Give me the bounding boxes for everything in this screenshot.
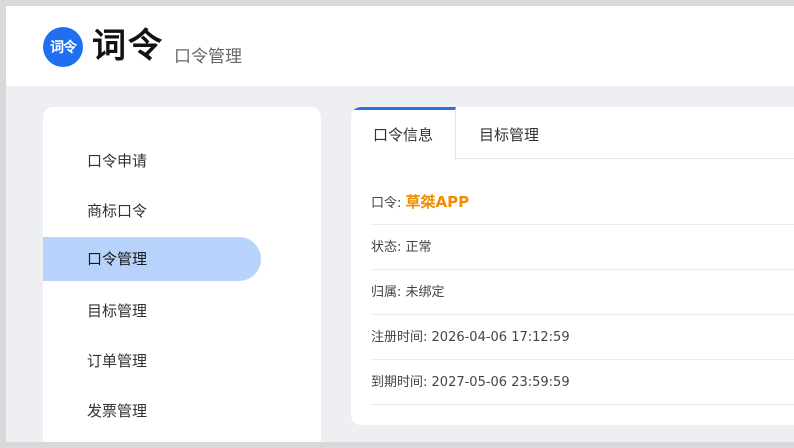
- sidebar-item-invoice-manage[interactable]: 发票管理: [43, 389, 261, 433]
- tab-target-manage[interactable]: 目标管理: [456, 107, 562, 159]
- sidebar-item-label: 口令申请: [87, 152, 148, 170]
- register-time-value: 2026-04-06 17:12:59: [431, 330, 570, 345]
- sidebar-item-label: 口令管理: [87, 250, 148, 268]
- sidebar-item-command-apply[interactable]: 口令申请: [43, 139, 261, 183]
- sidebar-item-trademark-command[interactable]: 商标口令: [43, 189, 261, 233]
- command-value: 草桀APP: [405, 193, 470, 211]
- content-panel: 口令信息 目标管理 口令: 草桀APP 状态: 正常 归属: 未绑定 注册时间:…: [351, 107, 794, 425]
- status-label: 状态:: [371, 240, 402, 255]
- sidebar-item-order-manage[interactable]: 订单管理: [43, 339, 261, 383]
- app-window: 词令 词令 口令管理 口令申请 商标口令 口令管理 目标管理 订单管理 发票管理…: [6, 6, 794, 442]
- expire-time-value: 2027-05-06 23:59:59: [431, 375, 570, 390]
- page-subtitle: 口令管理: [174, 47, 242, 67]
- tab-command-info[interactable]: 口令信息: [351, 107, 456, 160]
- tab-label: 目标管理: [478, 126, 539, 144]
- info-row-expire-time: 到期时间: 2027-05-06 23:59:59: [371, 360, 794, 405]
- tab-bar: 口令信息 目标管理: [351, 107, 794, 160]
- logo-icon: 词令: [43, 27, 83, 67]
- info-row-register-time: 注册时间: 2026-04-06 17:12:59: [371, 315, 794, 360]
- owner-label: 归属:: [371, 285, 402, 300]
- tab-label: 口令信息: [372, 126, 433, 144]
- sidebar-item-target-manage[interactable]: 目标管理: [43, 289, 261, 333]
- sidebar-item-command-manage[interactable]: 口令管理: [43, 237, 261, 281]
- logo-text: 词令: [50, 40, 77, 56]
- header: 词令 词令 口令管理: [6, 6, 794, 86]
- sidebar-item-label: 订单管理: [87, 352, 148, 370]
- info-row-status: 状态: 正常: [371, 225, 794, 270]
- owner-value: 未绑定: [405, 285, 445, 300]
- status-value: 正常: [405, 240, 432, 255]
- sidebar-item-label: 目标管理: [87, 302, 148, 320]
- brand-name: 词令: [92, 26, 164, 66]
- expire-time-label: 到期时间:: [371, 375, 428, 390]
- info-row-owner: 归属: 未绑定: [371, 270, 794, 315]
- register-time-label: 注册时间:: [371, 330, 428, 345]
- command-label: 口令:: [371, 196, 402, 211]
- info-row-command: 口令: 草桀APP: [371, 180, 794, 225]
- sidebar-item-label: 发票管理: [87, 402, 148, 420]
- sidebar: 口令申请 商标口令 口令管理 目标管理 订单管理 发票管理: [43, 107, 321, 442]
- sidebar-item-label: 商标口令: [87, 202, 148, 220]
